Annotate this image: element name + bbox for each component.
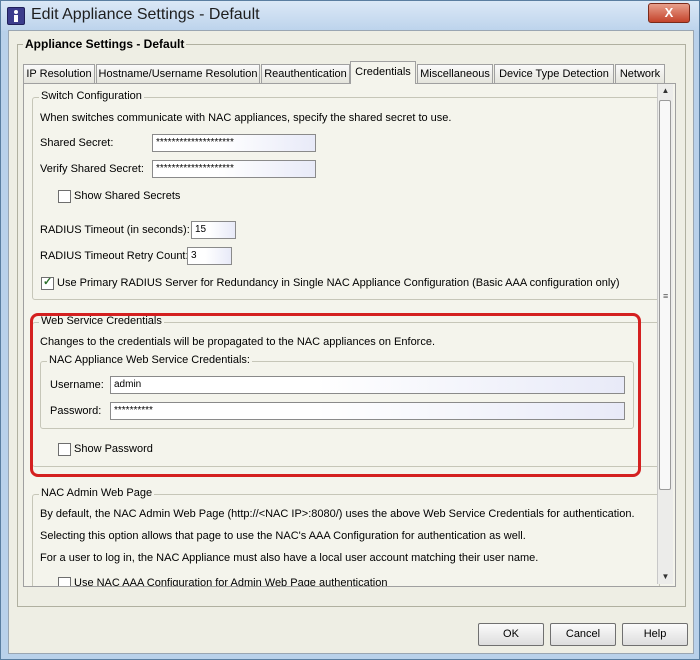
close-button[interactable]: X	[648, 3, 690, 23]
radius-retry-count-input[interactable]: 3	[187, 247, 232, 265]
password-label: Password:	[50, 405, 102, 417]
grip-icon: ≡	[663, 291, 669, 301]
web-service-credentials-legend: Web Service Credentials	[39, 315, 164, 327]
show-password-label[interactable]: Show Password	[74, 443, 153, 455]
nac-appliance-web-service-legend: NAC Appliance Web Service Credentials:	[47, 354, 252, 366]
nac-admin-line-2: Selecting this option allows that page t…	[40, 530, 526, 542]
tab-credentials[interactable]: Credentials	[350, 61, 416, 84]
content-scrollbar[interactable]: ▲ ≡ ▼	[657, 84, 673, 584]
scrollbar-thumb[interactable]: ≡	[659, 100, 671, 490]
username-input[interactable]: admin	[110, 376, 625, 394]
nac-admin-line-1: By default, the NAC Admin Web Page (http…	[40, 508, 635, 520]
verify-shared-secret-input[interactable]: ********************	[152, 160, 316, 178]
switch-configuration-legend: Switch Configuration	[39, 90, 144, 102]
appliance-settings-legend: Appliance Settings - Default	[23, 37, 187, 51]
use-primary-radius-checkbox[interactable]	[41, 275, 54, 290]
use-primary-radius-label[interactable]: Use Primary RADIUS Server for Redundancy…	[57, 277, 620, 289]
scroll-down-icon[interactable]: ▼	[658, 570, 673, 584]
password-input[interactable]: **********	[110, 402, 625, 420]
nac-admin-web-page-legend: NAC Admin Web Page	[39, 487, 155, 499]
username-label: Username:	[50, 379, 104, 391]
title-bar[interactable]: Edit Appliance Settings - Default X	[1, 1, 699, 31]
tab-ip-resolution[interactable]: IP Resolution	[23, 64, 95, 83]
nac-admin-line-3: For a user to log in, the NAC Appliance …	[40, 552, 539, 564]
ok-button[interactable]: OK	[478, 623, 544, 646]
window-title: Edit Appliance Settings - Default	[31, 6, 260, 23]
use-nac-aaa-checkbox[interactable]	[58, 577, 71, 586]
app-icon	[7, 7, 25, 25]
radius-timeout-label: RADIUS Timeout (in seconds):	[40, 224, 190, 236]
shared-secret-label: Shared Secret:	[40, 137, 114, 149]
show-password-checkbox[interactable]	[58, 443, 71, 456]
radius-retry-count-label: RADIUS Timeout Retry Count:	[40, 250, 189, 262]
tab-network[interactable]: Network	[615, 64, 665, 83]
scroll-up-icon[interactable]: ▲	[658, 84, 673, 98]
tab-hostname-username-resolution[interactable]: Hostname/Username Resolution	[96, 64, 260, 83]
verify-shared-secret-label: Verify Shared Secret:	[40, 163, 144, 175]
radius-timeout-input[interactable]: 15	[191, 221, 236, 239]
show-shared-secrets-label[interactable]: Show Shared Secrets	[74, 190, 180, 202]
tab-miscellaneous[interactable]: Miscellaneous	[417, 64, 493, 83]
help-button[interactable]: Help	[622, 623, 688, 646]
switch-config-description: When switches communicate with NAC appli…	[40, 112, 452, 124]
tab-device-type-detection[interactable]: Device Type Detection	[494, 64, 614, 83]
web-service-description: Changes to the credentials will be propa…	[40, 336, 436, 348]
use-nac-aaa-label[interactable]: Use NAC AAA Configuration for Admin Web …	[74, 577, 387, 586]
cancel-button[interactable]: Cancel	[550, 623, 616, 646]
show-shared-secrets-checkbox[interactable]	[58, 190, 71, 203]
credentials-panel: Switch Configuration When switches commu…	[23, 83, 676, 587]
dialog-client: Appliance Settings - Default IP Resoluti…	[8, 30, 694, 654]
tab-reauthentication[interactable]: Reauthentication	[261, 64, 350, 83]
shared-secret-input[interactable]: ********************	[152, 134, 316, 152]
dialog-window: Edit Appliance Settings - Default X Appl…	[0, 0, 700, 660]
